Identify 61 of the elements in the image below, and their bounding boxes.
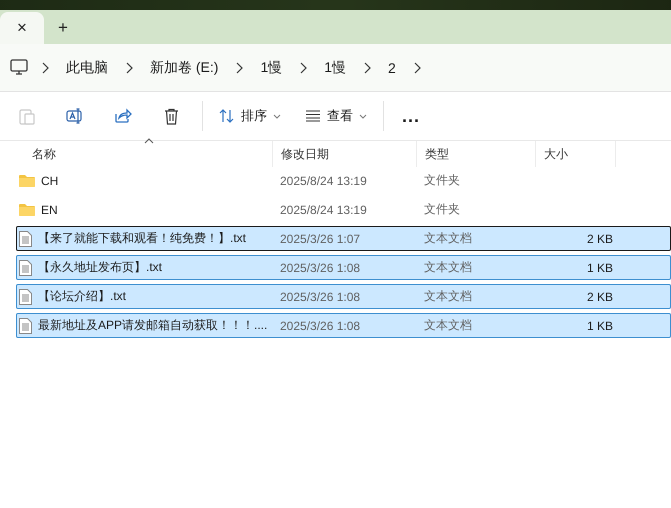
column-header[interactable]: 名称 <box>16 141 273 167</box>
view-button[interactable]: 查看 <box>293 99 379 133</box>
caret-icon <box>359 114 367 118</box>
modified-date: 2025/3/26 1:08 <box>279 288 362 306</box>
folder-icon <box>19 203 35 216</box>
file-row[interactable]: 【来了就能下载和观看！纯免费！】.txt 2025/3/26 1:07 文本文档 2 KB <box>16 226 671 251</box>
file-name: EN <box>41 202 58 216</box>
column-header[interactable]: 修改日期 <box>273 141 417 167</box>
text-file-icon <box>19 318 32 334</box>
file-type: 文本文档 <box>423 259 473 276</box>
folder-icon <box>19 174 35 187</box>
chevron-icon <box>298 62 308 74</box>
file-type: 文件夹 <box>423 201 461 218</box>
text-file-icon <box>19 230 32 246</box>
file-row[interactable]: 最新地址及APP请发邮箱自动获取！！！.... 2025/3/26 1:08 文本文档 1 KB <box>16 313 671 338</box>
sort-ascending-icon <box>144 138 154 144</box>
chevron-icon <box>124 62 134 74</box>
chevron-icon <box>412 62 422 74</box>
breadcrumb-item[interactable]: 2 <box>384 60 400 76</box>
text-file-icon <box>19 288 32 304</box>
file-name: 【来了就能下载和观看！纯免费！】.txt <box>38 230 246 247</box>
file-row[interactable]: EN 2025/8/24 13:19 文件夹 <box>16 197 671 222</box>
chevron-icon <box>362 62 372 74</box>
file-type: 文本文档 <box>423 230 473 247</box>
breadcrumb-item[interactable]: 1慢 <box>320 58 350 76</box>
sort-button[interactable]: 排序 <box>207 99 293 133</box>
list-view-icon <box>305 110 321 122</box>
file-row[interactable]: 【论坛介绍】.txt 2025/3/26 1:08 文本文档 2 KB <box>16 284 671 309</box>
modified-date: 2025/3/26 1:08 <box>279 260 362 276</box>
file-row[interactable]: 【永久地址发布页】.txt 2025/3/26 1:08 文本文档 1 KB <box>16 255 671 280</box>
chevron-icon <box>40 62 50 74</box>
column-header[interactable]: 类型 <box>417 141 536 167</box>
column-header[interactable]: 大小 <box>536 141 616 167</box>
modified-date: 2025/8/24 13:19 <box>279 172 368 190</box>
modified-date: 2025/3/26 1:07 <box>279 230 362 248</box>
modified-date: 2025/8/24 13:19 <box>279 202 368 218</box>
file-name: CH <box>41 174 58 188</box>
file-type: 文本文档 <box>423 317 473 334</box>
breadcrumb-item[interactable]: 1慢 <box>256 58 286 76</box>
file-name: 【永久地址发布页】.txt <box>38 259 162 276</box>
file-type: 文本文档 <box>423 288 473 305</box>
caret-icon <box>273 114 281 118</box>
file-type: 文件夹 <box>423 172 461 189</box>
file-name: 【论坛介绍】.txt <box>38 288 126 305</box>
file-size: 1 KB <box>586 318 614 334</box>
tab[interactable]: × <box>0 12 44 44</box>
breadcrumb-item[interactable]: 新加卷 (E:) <box>146 58 222 76</box>
file-size: 1 KB <box>586 260 614 276</box>
computer-icon[interactable] <box>10 59 28 76</box>
file-row[interactable]: CH 2025/8/24 13:19 文件夹 <box>16 168 671 193</box>
modified-date: 2025/3/26 1:08 <box>279 318 362 334</box>
file-name: 最新地址及APP请发邮箱自动获取！！！.... <box>38 317 268 334</box>
breadcrumb-item[interactable]: 此电脑 <box>62 58 112 76</box>
close-button[interactable]: × <box>11 12 33 44</box>
more-button[interactable]: ... <box>388 99 434 133</box>
text-file-icon <box>19 260 32 276</box>
new-tab-button[interactable]: + <box>52 12 74 44</box>
chevron-icon <box>234 62 244 74</box>
file-size: 2 KB <box>586 288 614 306</box>
file-size: 2 KB <box>586 230 614 248</box>
sort-icon <box>219 108 235 124</box>
